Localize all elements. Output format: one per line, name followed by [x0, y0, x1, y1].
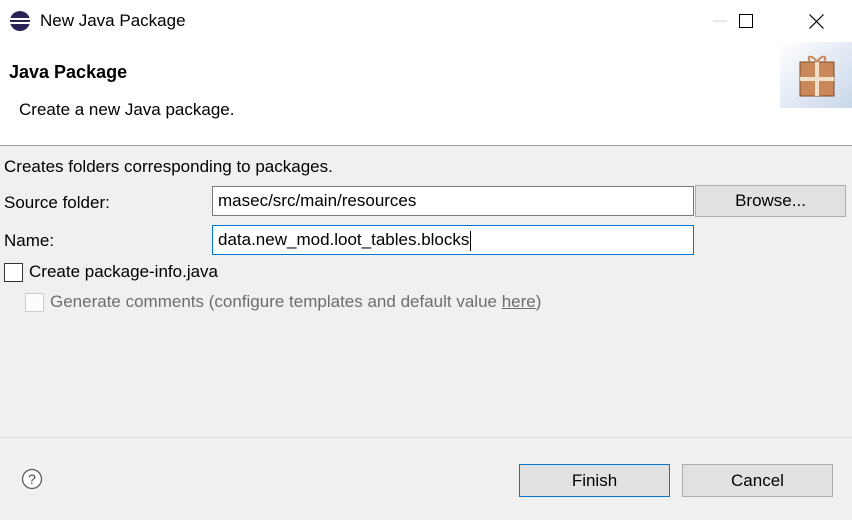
here-link[interactable]: here — [502, 292, 536, 311]
window-title: New Java Package — [40, 11, 186, 30]
wizard-banner: Java Package Create a new Java package. — [0, 42, 852, 146]
create-package-info-option[interactable]: Create package-info.java — [4, 262, 218, 282]
source-folder-value: masec/src/main/resources — [218, 191, 417, 210]
text-caret — [470, 230, 472, 251]
footer-separator — [0, 437, 852, 438]
package-name-input[interactable]: data.new_mod.loot_tables.blocks — [212, 225, 694, 255]
banner-title: Java Package — [9, 62, 128, 82]
package-name-value: data.new_mod.loot_tables.blocks — [218, 230, 470, 249]
package-icon — [780, 42, 852, 108]
create-package-info-checkbox[interactable] — [4, 262, 23, 282]
browse-button[interactable]: Browse... — [695, 185, 846, 217]
help-icon[interactable]: ? — [21, 468, 43, 490]
source-folder-input[interactable]: masec/src/main/resources — [212, 186, 694, 216]
generate-comments-option: Generate comments (configure templates a… — [25, 292, 541, 312]
cancel-button[interactable]: Cancel — [682, 464, 833, 497]
browse-button-label: Browse... — [735, 191, 806, 210]
close-icon — [808, 13, 824, 29]
source-folder-label: Source folder: — [4, 193, 110, 212]
info-text: Creates folders corresponding to package… — [4, 157, 333, 176]
name-label: Name: — [4, 231, 55, 250]
close-button[interactable] — [790, 0, 842, 42]
finish-button-label: Finish — [571, 470, 618, 490]
maximize-icon — [739, 14, 753, 28]
title-bar: New Java Package — [0, 0, 852, 42]
eclipse-icon — [10, 11, 30, 31]
generate-comments-suffix: ) — [535, 292, 542, 311]
banner-description: Create a new Java package. — [19, 100, 235, 119]
generate-comments-text: Generate comments (configure templates a… — [50, 292, 502, 311]
generate-comments-checkbox — [25, 292, 44, 312]
create-package-info-label: Create package-info.java — [29, 262, 219, 281]
cancel-button-label: Cancel — [731, 470, 784, 490]
svg-text:?: ? — [28, 471, 36, 487]
maximize-button[interactable] — [720, 0, 772, 42]
generate-comments-label: Generate comments (configure templates a… — [50, 292, 541, 312]
finish-button[interactable]: Finish — [519, 464, 670, 497]
